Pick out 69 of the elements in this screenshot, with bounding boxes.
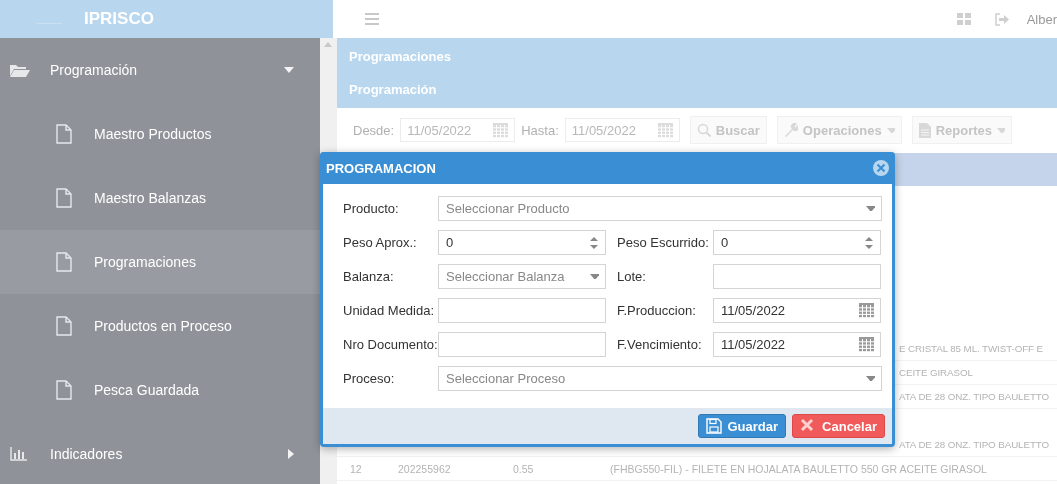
- calendar-icon: [493, 122, 509, 138]
- date-field[interactable]: 11/05/2022: [564, 118, 680, 142]
- field-label: Balanza:: [343, 269, 395, 284]
- chart-icon: [10, 447, 30, 461]
- user-name[interactable]: Alber: [1026, 11, 1057, 27]
- menu-item[interactable]: Productos en Proceso: [0, 294, 320, 358]
- date-field[interactable]: 11/05/2022: [713, 298, 881, 323]
- select-field[interactable]: Seleccionar Proceso: [438, 366, 882, 391]
- number-field[interactable]: 0: [438, 230, 606, 255]
- page-subtitle: Programación: [349, 82, 438, 97]
- caret-down-icon: [590, 274, 599, 279]
- close-icon[interactable]: [873, 160, 889, 176]
- field-label: Nro Documento:: [343, 337, 438, 352]
- dialog-title: PROGRAMACION: [326, 160, 436, 176]
- cancel-button[interactable]: Cancelar: [792, 414, 885, 438]
- table-cell-text: 12: [349, 462, 363, 475]
- document-icon: [56, 316, 72, 336]
- grid-icon[interactable]: [956, 13, 971, 25]
- menu-item[interactable]: Pesca Guardada: [0, 358, 320, 422]
- scroll-up-icon[interactable]: [324, 42, 332, 47]
- menu-item[interactable]: Programación: [0, 38, 320, 102]
- search-icon: [696, 123, 711, 137]
- table-cell-text: 0.55: [513, 462, 535, 475]
- caret-down-icon: [866, 376, 875, 381]
- document-icon: [56, 124, 72, 144]
- field-label: Producto:: [343, 201, 400, 216]
- calendar-icon: [859, 337, 874, 352]
- table-cell: (FHBG550-FIL) - FILETE EN HOJALATA BAULETTO 550 GR ACEITE GIRASOL: [610, 462, 987, 475]
- caret-right-icon: [288, 449, 294, 459]
- document-icon: [56, 188, 72, 208]
- date-field[interactable]: 11/05/2022: [713, 332, 881, 357]
- menu-icon[interactable]: [365, 12, 379, 26]
- calendar-icon: [859, 303, 874, 318]
- caret-down-icon: [284, 67, 294, 73]
- field-label: Peso Escurrido:: [617, 235, 710, 250]
- caret-down-icon: [866, 206, 875, 211]
- field-label: Desde:: [353, 122, 395, 138]
- folder-icon: [10, 63, 30, 77]
- document-icon: [56, 380, 72, 400]
- page-title: Programaciones: [349, 49, 452, 64]
- table-cell: ATA DE 28 ONZ. TIPO BAULETTO: [899, 439, 1049, 450]
- field-label: Lote:: [617, 269, 647, 284]
- field-label: F.Produccion:: [617, 303, 697, 318]
- menu-item[interactable]: Indicadores: [0, 422, 320, 484]
- table-cell: ATA DE 28 ONZ. TIPO BAULETTO: [899, 391, 1049, 402]
- sign-out-icon[interactable]: [994, 12, 1009, 26]
- field-label: Proceso:: [343, 371, 396, 386]
- number-field[interactable]: 0: [713, 230, 881, 255]
- table-cell: CEITE GIRASOL: [899, 367, 973, 378]
- document-icon: [918, 122, 931, 138]
- spinner-icon: [864, 235, 874, 250]
- field-label: F.Vencimiento:: [617, 337, 703, 352]
- brand-name: IPRISCO: [84, 9, 154, 29]
- save-button[interactable]: Guardar: [697, 414, 787, 438]
- field-label: Unidad Medida:: [343, 303, 436, 318]
- spinner-icon: [589, 235, 599, 250]
- menu-item[interactable]: Maestro Productos: [0, 102, 320, 166]
- field-label: Peso Aprox.:: [343, 235, 418, 250]
- select-field[interactable]: Seleccionar Balanza: [438, 264, 606, 289]
- table-cell-text: 202255962: [398, 462, 452, 475]
- wrench-icon: [783, 123, 798, 137]
- select-field[interactable]: Seleccionar Producto: [438, 196, 882, 221]
- table-cell: E CRISTAL 85 ML. TWIST-OFF E: [899, 343, 1043, 354]
- calendar-icon: [657, 122, 673, 138]
- field-label: Hasta:: [521, 122, 559, 138]
- document-icon: [56, 252, 72, 272]
- menu-item[interactable]: Programaciones: [0, 230, 320, 294]
- menu-item[interactable]: Maestro Balanzas: [0, 166, 320, 230]
- date-field[interactable]: 11/05/2022: [400, 118, 516, 142]
